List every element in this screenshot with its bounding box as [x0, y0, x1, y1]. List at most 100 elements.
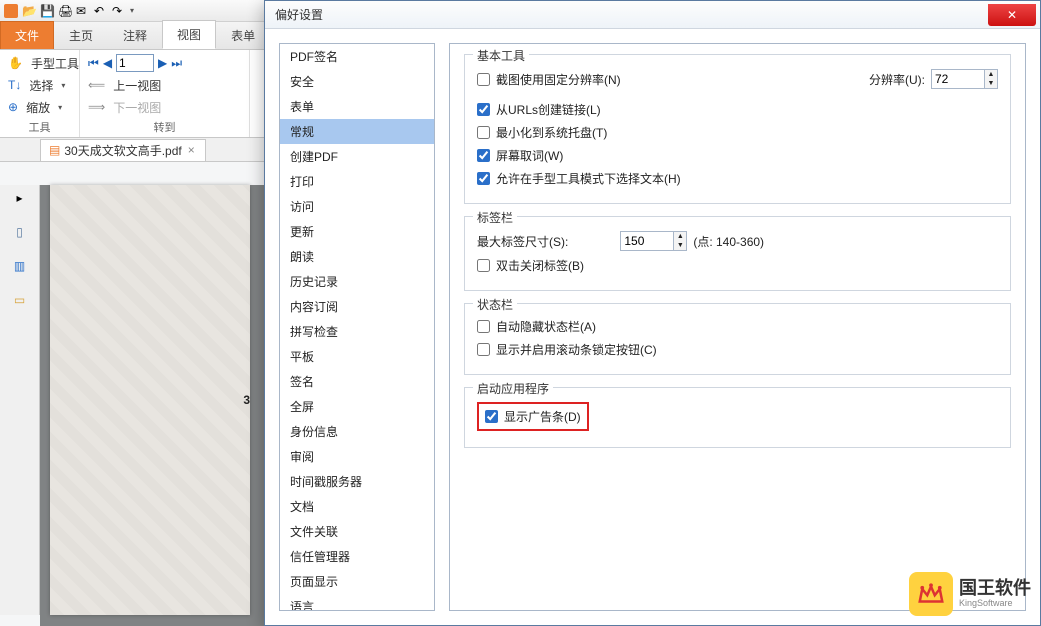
category-item[interactable]: 文件关联	[280, 519, 434, 544]
category-item[interactable]: 常规	[280, 119, 434, 144]
watermark-text: 国王软件	[959, 579, 1031, 599]
category-item[interactable]: 页面显示	[280, 569, 434, 594]
prev-view-icon: ⟸	[88, 78, 105, 92]
category-item[interactable]: 朗读	[280, 244, 434, 269]
hand-tool-icon: ✋	[8, 56, 23, 70]
tab-comment[interactable]: 注释	[108, 21, 162, 49]
ribbon-group-goto: ⏮ ◀ ▶ ⏭ ⟸上一视图 ⟹下一视图 转到	[80, 50, 250, 137]
pdf-file-icon: ▤	[49, 143, 60, 157]
category-item[interactable]: 内容订阅	[280, 294, 434, 319]
crown-icon	[909, 572, 953, 616]
next-view-button[interactable]: 下一视图	[109, 97, 165, 118]
checkbox-create-links[interactable]	[477, 103, 490, 116]
undo-icon[interactable]: ↶	[94, 4, 108, 18]
spinner-down-icon[interactable]: ▼	[674, 241, 686, 250]
tab-home[interactable]: 主页	[54, 21, 108, 49]
checkbox-minimize-tray[interactable]	[477, 126, 490, 139]
category-item[interactable]: 更新	[280, 219, 434, 244]
checkbox-dblclick-close[interactable]	[477, 259, 490, 272]
prev-page-icon[interactable]: ◀	[103, 56, 112, 70]
ribbon-group-tools: ✋手型工具 T↓选择▾ ⊕缩放▾ 工具	[0, 50, 80, 137]
fieldset-title: 基本工具	[473, 47, 529, 64]
checkbox-autohide-status[interactable]	[477, 320, 490, 333]
tab-file[interactable]: 文件	[0, 21, 54, 49]
app-logo-icon	[4, 4, 18, 18]
fieldset-title: 启动应用程序	[473, 380, 553, 397]
tab-view[interactable]: 视图	[162, 20, 216, 49]
spinner-down-icon[interactable]: ▼	[985, 79, 997, 88]
document-page: 3	[50, 185, 250, 615]
print-icon[interactable]: 🖨	[58, 4, 72, 18]
category-item[interactable]: 拼写检查	[280, 319, 434, 344]
expand-panel-icon[interactable]: ▸	[16, 191, 22, 205]
open-icon[interactable]: 📂	[22, 4, 36, 18]
category-item[interactable]: 身份信息	[280, 419, 434, 444]
category-item[interactable]: 文档	[280, 494, 434, 519]
checkbox-allow-select-hand[interactable]	[477, 172, 490, 185]
category-item[interactable]: 打印	[280, 169, 434, 194]
category-item[interactable]: 安全	[280, 69, 434, 94]
bookmarks-icon[interactable]: ▯	[16, 225, 23, 239]
hand-tool-button[interactable]: 手型工具	[27, 53, 83, 74]
category-item[interactable]: 创建PDF	[280, 144, 434, 169]
category-item[interactable]: 访问	[280, 194, 434, 219]
comments-icon[interactable]: ▭	[14, 293, 25, 307]
spinner-up-icon[interactable]: ▲	[985, 70, 997, 79]
category-item[interactable]: 平板	[280, 344, 434, 369]
category-item[interactable]: 全屏	[280, 394, 434, 419]
checkbox-fixed-resolution[interactable]	[477, 73, 490, 86]
redo-icon[interactable]: ↷	[112, 4, 126, 18]
fieldset-basic-tools: 基本工具 截图使用固定分辨率(N) 分辨率(U): ▲▼ 从URLs创建链接(L…	[464, 54, 1011, 204]
checkbox-screen-word[interactable]	[477, 149, 490, 162]
dialog-titlebar[interactable]: 偏好设置 ✕	[265, 1, 1040, 29]
first-page-icon[interactable]: ⏮	[88, 56, 99, 71]
category-item[interactable]: 审阅	[280, 444, 434, 469]
fieldset-statusbar: 状态栏 自动隐藏状态栏(A) 显示并启用滚动条锁定按钮(C)	[464, 303, 1011, 375]
settings-panel: 基本工具 截图使用固定分辨率(N) 分辨率(U): ▲▼ 从URLs创建链接(L…	[449, 43, 1026, 611]
close-icon: ✕	[1007, 8, 1017, 22]
tab-form[interactable]: 表单	[216, 21, 270, 49]
fieldset-title: 标签栏	[473, 209, 517, 226]
checkbox-show-ads[interactable]	[485, 410, 498, 423]
spinner-up-icon[interactable]: ▲	[674, 232, 686, 241]
zoom-icon: ⊕	[8, 100, 18, 114]
fieldset-title: 状态栏	[473, 296, 517, 313]
category-item[interactable]: 表单	[280, 94, 434, 119]
page-number-input[interactable]	[116, 54, 154, 72]
next-view-icon: ⟹	[88, 100, 105, 114]
resolution-label: 分辨率(U):	[869, 71, 925, 88]
close-button[interactable]: ✕	[988, 4, 1036, 26]
checkbox-label: 自动隐藏状态栏(A)	[496, 318, 596, 335]
pages-icon[interactable]: ▥	[14, 259, 25, 273]
document-tab[interactable]: ▤ 30天成文软文高手.pdf ×	[40, 139, 206, 161]
category-item[interactable]: 历史记录	[280, 269, 434, 294]
chevron-down-icon[interactable]: ▾	[61, 81, 65, 90]
category-item[interactable]: 语言	[280, 594, 434, 611]
resolution-input[interactable]	[931, 69, 985, 89]
select-button[interactable]: 选择	[25, 75, 57, 96]
fieldset-startup: 启动应用程序 显示广告条(D)	[464, 387, 1011, 448]
dialog-title: 偏好设置	[265, 6, 323, 23]
category-list[interactable]: PDF签名安全表单常规创建PDF打印访问更新朗读历史记录内容订阅拼写检查平板签名…	[279, 43, 435, 611]
max-tab-size-input[interactable]	[620, 231, 674, 251]
last-page-icon[interactable]: ⏭	[171, 56, 182, 71]
max-tab-size-hint: (点: 140-360)	[693, 233, 764, 250]
qat-dropdown-icon[interactable]: ▾	[130, 6, 134, 15]
category-item[interactable]: 时间戳服务器	[280, 469, 434, 494]
checkbox-label: 允许在手型工具模式下选择文本(H)	[496, 170, 681, 187]
dialog-body: PDF签名安全表单常规创建PDF打印访问更新朗读历史记录内容订阅拼写检查平板签名…	[265, 29, 1040, 625]
close-tab-icon[interactable]: ×	[186, 143, 197, 157]
checkbox-label: 最小化到系统托盘(T)	[496, 124, 607, 141]
category-item[interactable]: PDF签名	[280, 44, 434, 69]
checkbox-scroll-lock[interactable]	[477, 343, 490, 356]
category-item[interactable]: 信任管理器	[280, 544, 434, 569]
next-page-icon[interactable]: ▶	[158, 56, 167, 70]
preferences-dialog: 偏好设置 ✕ PDF签名安全表单常规创建PDF打印访问更新朗读历史记录内容订阅拼…	[264, 0, 1041, 626]
zoom-button[interactable]: 缩放	[22, 97, 54, 118]
prev-view-button[interactable]: 上一视图	[109, 75, 165, 96]
chevron-down-icon[interactable]: ▾	[58, 103, 62, 112]
checkbox-label: 屏幕取词(W)	[496, 147, 563, 164]
email-icon[interactable]: ✉	[76, 4, 90, 18]
category-item[interactable]: 签名	[280, 369, 434, 394]
save-icon[interactable]: 💾	[40, 4, 54, 18]
